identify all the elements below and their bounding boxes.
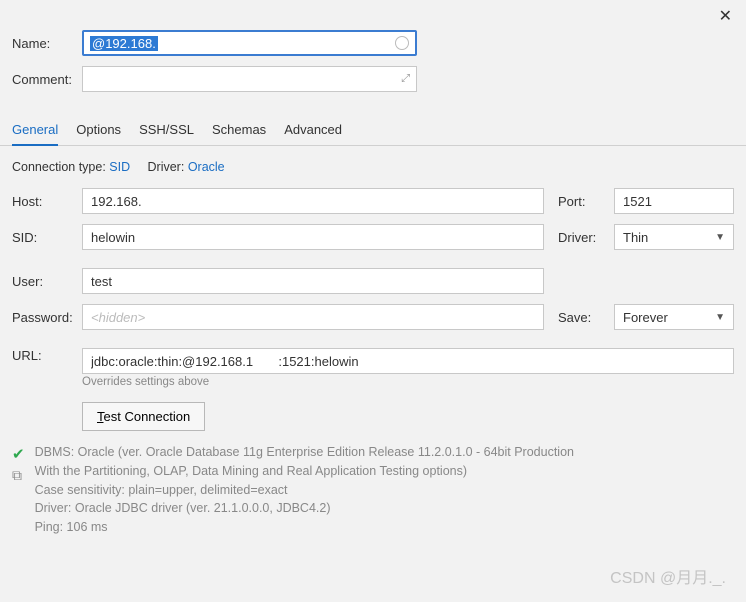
result-line1: DBMS: Oracle (ver. Oracle Database 11g E…	[35, 443, 574, 462]
url-label: URL:	[12, 348, 82, 363]
tab-sshssl[interactable]: SSH/SSL	[139, 118, 194, 145]
tab-bar: General Options SSH/SSL Schemas Advanced	[0, 110, 746, 146]
sid-input[interactable]	[82, 224, 544, 250]
comment-label: Comment:	[12, 72, 82, 87]
user-input[interactable]	[82, 268, 544, 294]
password-input[interactable]	[82, 304, 544, 330]
comment-input[interactable]: ⤢	[82, 66, 417, 92]
tab-options[interactable]: Options	[76, 118, 121, 145]
close-button[interactable]: ✕	[719, 6, 732, 26]
name-label: Name:	[12, 36, 82, 51]
host-label: Host:	[12, 194, 82, 209]
connection-type-label: Connection type:	[12, 160, 106, 174]
url-hint: Overrides settings above	[82, 376, 734, 388]
copy-icon[interactable]: ⧉	[12, 467, 25, 484]
result-line5: Ping: 106 ms	[35, 518, 574, 537]
user-label: User:	[12, 274, 82, 289]
driver-label-inline: Driver:	[148, 160, 185, 174]
save-select-value: Forever	[623, 310, 668, 325]
watermark: CSDN @月月._.	[610, 564, 726, 588]
connection-type-link[interactable]: SID	[109, 160, 130, 174]
driver-select-value: Thin	[623, 230, 648, 245]
tab-general[interactable]: General	[12, 118, 58, 145]
chevron-down-icon: ▼	[715, 232, 725, 243]
result-text: DBMS: Oracle (ver. Oracle Database 11g E…	[35, 443, 574, 537]
password-label: Password:	[12, 310, 82, 325]
name-input[interactable]: @192.168.	[82, 30, 417, 56]
driver-select[interactable]: Thin ▼	[614, 224, 734, 250]
port-label: Port:	[558, 194, 614, 209]
result-line4: Driver: Oracle JDBC driver (ver. 21.1.0.…	[35, 499, 574, 518]
ring-icon	[395, 36, 409, 50]
connection-line: Connection type: SID Driver: Oracle	[12, 160, 734, 174]
result-line3: Case sensitivity: plain=upper, delimited…	[35, 481, 574, 500]
host-input[interactable]	[82, 188, 544, 214]
sid-label: SID:	[12, 230, 82, 245]
driver-link[interactable]: Oracle	[188, 160, 225, 174]
result-line2: With the Partitioning, OLAP, Data Mining…	[35, 462, 574, 481]
driver-label: Driver:	[558, 230, 614, 245]
save-select[interactable]: Forever ▼	[614, 304, 734, 330]
tab-schemas[interactable]: Schemas	[212, 118, 266, 145]
checkmark-icon: ✔	[12, 445, 25, 463]
test-connection-button[interactable]: TTest Connectionest Connection	[82, 402, 205, 431]
save-label: Save:	[558, 310, 614, 325]
tab-advanced[interactable]: Advanced	[284, 118, 342, 145]
port-input[interactable]	[614, 188, 734, 214]
expand-icon[interactable]: ⤢	[401, 73, 410, 86]
chevron-down-icon: ▼	[715, 312, 725, 323]
url-input[interactable]	[82, 348, 734, 374]
name-input-value: @192.168.	[90, 36, 158, 51]
